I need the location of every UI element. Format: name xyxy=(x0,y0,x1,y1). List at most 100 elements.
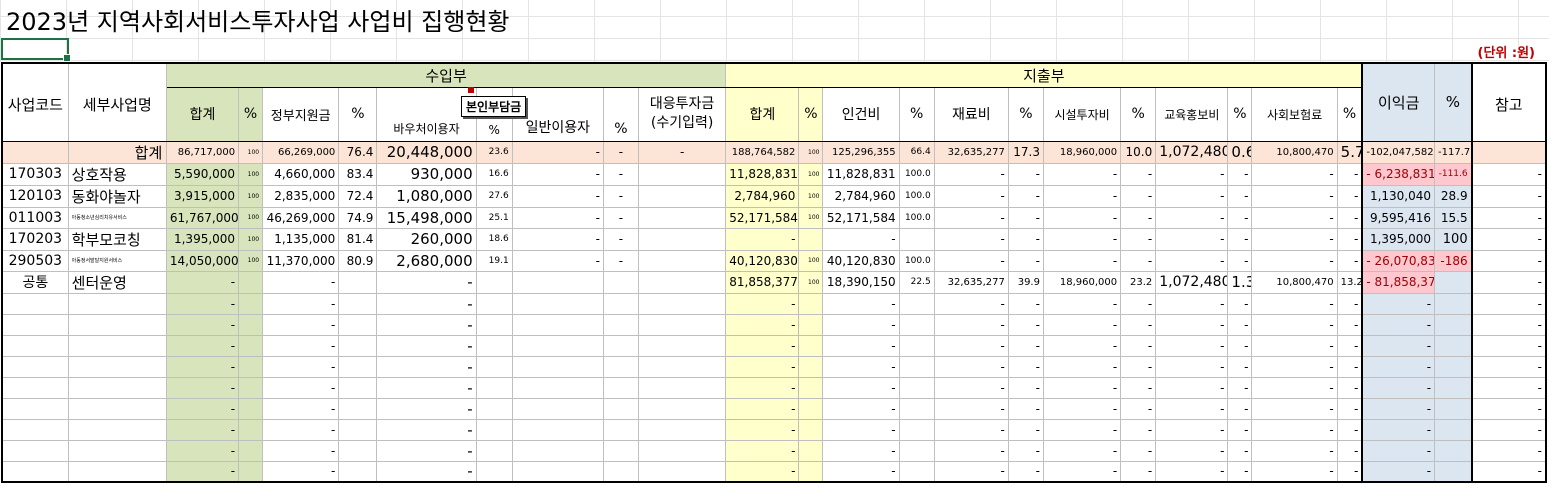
cell-gov-pct[interactable]: 80.9 xyxy=(338,249,378,272)
cell-material[interactable]: - xyxy=(933,206,1009,229)
cell-general[interactable] xyxy=(511,460,604,483)
cell-material-pct[interactable]: - xyxy=(1007,249,1044,272)
cell-general-pct[interactable] xyxy=(602,439,640,462)
header-gov-pct[interactable]: % xyxy=(338,86,378,142)
cell-match[interactable] xyxy=(637,206,727,229)
cell-gov-pct[interactable]: 74.9 xyxy=(338,206,378,229)
cell-general[interactable] xyxy=(511,376,604,399)
cell-insurance-pct[interactable]: - xyxy=(1336,162,1363,186)
cell-insurance[interactable]: - xyxy=(1251,206,1338,229)
cell-match[interactable] xyxy=(637,460,727,483)
cell-edu[interactable]: - xyxy=(1155,397,1229,420)
cell-general[interactable] xyxy=(511,418,604,441)
cell-note[interactable]: - xyxy=(1470,334,1547,357)
cell-facility-pct[interactable]: - xyxy=(1120,460,1157,483)
cell-profit[interactable]: - 81,858,377 xyxy=(1361,270,1436,294)
cell-facility[interactable]: - xyxy=(1042,376,1122,399)
cell-facility[interactable]: - xyxy=(1042,162,1122,186)
cell-in-pct[interactable] xyxy=(238,292,264,315)
cell-insurance-pct[interactable]: - xyxy=(1336,184,1363,208)
cell-voucher-pct[interactable] xyxy=(475,460,513,483)
cell-gov[interactable]: 11,370,000 xyxy=(262,249,340,272)
cell-profit-pct[interactable]: -117.7 xyxy=(1434,140,1473,164)
cell-match[interactable] xyxy=(637,162,727,186)
cell-gov-pct[interactable] xyxy=(338,355,378,378)
cell-match[interactable] xyxy=(637,376,727,399)
cell-name[interactable] xyxy=(67,334,167,357)
cell-voucher-pct[interactable] xyxy=(475,397,513,420)
cell-labor[interactable]: 125,296,355 xyxy=(822,140,900,164)
cell-name[interactable]: 센터운영 xyxy=(67,270,167,294)
cell-in-pct[interactable] xyxy=(238,355,264,378)
cell-general-pct[interactable]: - xyxy=(602,206,640,229)
cell-edu-pct[interactable]: - xyxy=(1227,313,1253,336)
cell-insurance-pct[interactable]: - xyxy=(1336,206,1363,229)
cell-out-total[interactable]: 188,764,582 xyxy=(725,140,800,164)
cell-code[interactable] xyxy=(1,397,69,420)
cell-profit-pct[interactable]: 28.9 xyxy=(1434,184,1473,208)
cell-gov[interactable]: 1,135,000 xyxy=(262,227,340,251)
cell-voucher-pct[interactable]: 18.6 xyxy=(475,227,513,251)
cell-out-pct[interactable] xyxy=(798,439,824,462)
cell-gov[interactable]: 66,269,000 xyxy=(262,140,340,164)
cell-edu-pct[interactable]: - xyxy=(1227,249,1253,272)
cell-general[interactable] xyxy=(511,313,604,336)
cell-gov[interactable]: 46,269,000 xyxy=(262,206,340,229)
cell-general[interactable]: - xyxy=(511,206,604,229)
cell-voucher[interactable]: - xyxy=(376,439,477,462)
cell-profit-pct[interactable] xyxy=(1434,270,1473,294)
cell-facility-pct[interactable]: - xyxy=(1120,397,1157,420)
cell-gov[interactable]: - xyxy=(262,460,340,483)
cell-facility-pct[interactable]: - xyxy=(1120,313,1157,336)
cell-in-pct[interactable] xyxy=(238,270,264,294)
cell-out-pct[interactable]: 100 xyxy=(798,270,824,294)
selected-cell[interactable] xyxy=(1,38,71,62)
cell-note[interactable]: - xyxy=(1470,184,1547,208)
cell-facility[interactable]: - xyxy=(1042,397,1122,420)
cell-voucher-pct[interactable] xyxy=(475,439,513,462)
cell-profit-pct[interactable]: -111.6 xyxy=(1434,162,1473,186)
cell-labor[interactable]: 11,828,831 xyxy=(822,162,900,186)
cell-name[interactable] xyxy=(67,460,167,483)
cell-match[interactable] xyxy=(637,184,727,208)
cell-insurance-pct[interactable]: - xyxy=(1336,249,1363,272)
cell-in-total[interactable]: 5,590,000 xyxy=(165,162,240,186)
cell-profit[interactable]: - xyxy=(1361,397,1436,420)
cell-general[interactable] xyxy=(511,334,604,357)
header-out-pct[interactable]: % xyxy=(798,86,824,142)
cell-material-pct[interactable]: - xyxy=(1007,355,1044,378)
cell-in-total[interactable]: 61,767,000 xyxy=(165,206,240,229)
cell-in-total[interactable]: - xyxy=(165,460,240,483)
cell-voucher[interactable]: - xyxy=(376,292,477,315)
cell-name[interactable] xyxy=(67,292,167,315)
header-expense[interactable]: 지출부 xyxy=(725,62,1363,88)
header-labor[interactable]: 인건비 xyxy=(822,86,900,142)
cell-material-pct[interactable]: - xyxy=(1007,184,1044,208)
cell-code[interactable] xyxy=(1,460,69,483)
cell-out-total[interactable]: - xyxy=(725,460,800,483)
cell-facility-pct[interactable]: - xyxy=(1120,249,1157,272)
cell-note[interactable]: - xyxy=(1470,270,1547,294)
cell-insurance[interactable]: - xyxy=(1251,184,1338,208)
cell-labor-pct[interactable] xyxy=(898,418,935,441)
cell-insurance[interactable]: - xyxy=(1251,313,1338,336)
cell-in-total[interactable]: - xyxy=(165,334,240,357)
cell-edu-pct[interactable]: - xyxy=(1227,439,1253,462)
cell-material[interactable]: - xyxy=(933,439,1009,462)
cell-gov-pct[interactable]: 72.4 xyxy=(338,184,378,208)
cell-edu[interactable]: - xyxy=(1155,313,1229,336)
cell-voucher-pct[interactable]: 25.1 xyxy=(475,206,513,229)
cell-name[interactable] xyxy=(67,397,167,420)
cell-edu[interactable]: 1,072,480 xyxy=(1155,140,1229,164)
cell-code[interactable]: 170203 xyxy=(1,227,69,251)
cell-gov-pct[interactable] xyxy=(338,376,378,399)
cell-voucher[interactable]: 260,000 xyxy=(376,227,477,251)
cell-voucher-pct[interactable] xyxy=(475,334,513,357)
header-in-total[interactable]: 합계 xyxy=(165,86,240,142)
cell-labor-pct[interactable]: 22.5 xyxy=(898,270,935,294)
cell-note[interactable]: - xyxy=(1470,397,1547,420)
cell-material-pct[interactable]: - xyxy=(1007,460,1044,483)
cell-edu[interactable]: - xyxy=(1155,292,1229,315)
cell-facility[interactable]: 18,960,000 xyxy=(1042,140,1122,164)
header-code[interactable]: 사업코드 xyxy=(1,62,69,142)
